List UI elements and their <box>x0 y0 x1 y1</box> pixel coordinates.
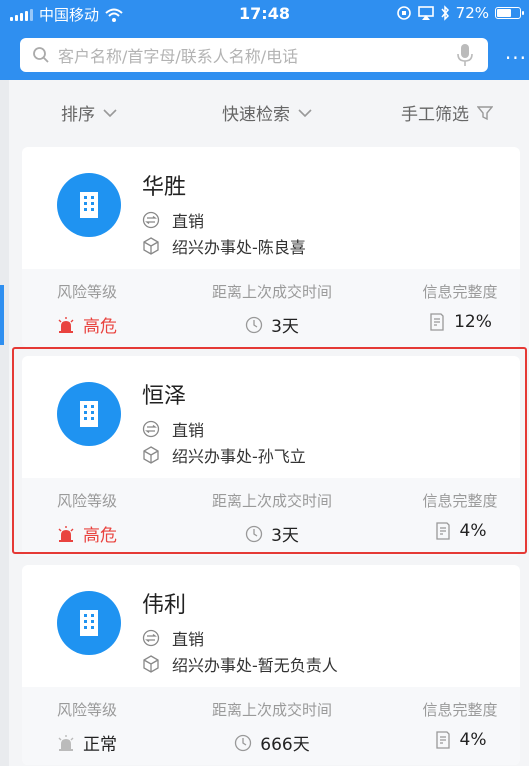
bluetooth-icon <box>441 5 449 21</box>
last-deal-value: 3天 <box>187 312 357 337</box>
completeness-value: 4% <box>400 730 520 750</box>
chevron-down-icon <box>298 108 312 117</box>
completeness-text: 12% <box>454 312 492 332</box>
last-deal-value: 666天 <box>187 730 357 755</box>
filter-sort[interactable]: 排序 <box>61 100 117 125</box>
status-bar: 中国移动 17:48 72% <box>0 0 529 28</box>
exchange-icon <box>142 629 160 647</box>
last-deal-text: 666天 <box>260 735 310 755</box>
completeness-text: 4% <box>459 730 487 750</box>
last-deal-column: 距离上次成交时间 666天 <box>187 699 357 755</box>
customer-card[interactable]: 伟利 直销 绍兴办事处-暂无负责人 风险等级 正常 距离上次成交时间 666天 … <box>22 565 520 765</box>
risk-text: 高危 <box>83 317 117 337</box>
search-placeholder: 客户名称/首字母/联系人名称/电话 <box>58 47 299 66</box>
channel-row: 直销 <box>142 626 204 650</box>
completeness-column: 信息完整度 4% <box>400 699 520 750</box>
battery-icon <box>495 7 524 19</box>
exchange-icon <box>142 211 160 229</box>
last-deal-text: 3天 <box>271 317 299 337</box>
document-icon <box>435 731 450 749</box>
customer-card-stats: 风险等级 正常 距离上次成交时间 666天 信息完整度 4% <box>22 687 520 765</box>
status-right: 72% <box>396 4 524 22</box>
customer-card-stats: 风险等级 高危 距离上次成交时间 3天 信息完整度 12% <box>22 269 520 347</box>
battery-percent: 72% <box>455 4 489 22</box>
office-row: 绍兴办事处-陈良喜 <box>142 234 306 258</box>
completeness-column: 信息完整度 12% <box>400 281 520 332</box>
last-deal-label: 距离上次成交时间 <box>211 283 332 301</box>
filter-quick-search[interactable]: 快速检索 <box>222 100 312 125</box>
filter-bar: 排序 快速检索 手工筛选 <box>9 80 529 142</box>
filter-sort-label: 排序 <box>61 105 95 125</box>
rotation-lock-icon <box>396 6 411 20</box>
customer-name: 华胜 <box>142 175 187 200</box>
risk-label: 风险等级 <box>56 701 117 719</box>
channel-label: 直销 <box>172 212 205 231</box>
risk-text: 正常 <box>83 735 117 755</box>
risk-column: 风险等级 高危 <box>22 281 152 337</box>
funnel-icon <box>477 105 493 120</box>
office-row: 绍兴办事处-暂无负责人 <box>142 652 338 676</box>
chevron-down-icon <box>103 108 117 117</box>
customer-name: 伟利 <box>142 593 187 618</box>
risk-value: 正常 <box>22 730 152 755</box>
office-label: 绍兴办事处-暂无负责人 <box>172 656 338 675</box>
risk-label: 风险等级 <box>56 283 117 301</box>
last-deal-column: 距离上次成交时间 3天 <box>187 281 357 337</box>
completeness-value: 12% <box>400 312 520 332</box>
clock-icon <box>235 734 252 751</box>
building-avatar-icon <box>57 173 121 237</box>
risk-column: 风险等级 正常 <box>22 699 152 755</box>
completeness-label: 信息完整度 <box>422 701 498 719</box>
box-icon <box>143 655 159 673</box>
document-icon <box>430 313 444 331</box>
office-label: 绍兴办事处-陈良喜 <box>172 238 306 257</box>
airplay-icon <box>417 6 434 20</box>
microphone-icon[interactable] <box>456 43 474 67</box>
clock-icon <box>245 316 263 333</box>
channel-row: 直销 <box>142 208 204 232</box>
side-index-marker <box>0 285 4 345</box>
last-deal-label: 距离上次成交时间 <box>211 701 332 719</box>
search-icon <box>33 47 49 63</box>
building-avatar-icon <box>57 591 121 655</box>
filter-quick-search-label: 快速检索 <box>222 105 290 125</box>
box-icon <box>143 237 159 255</box>
completeness-label: 信息完整度 <box>422 283 498 301</box>
battery-fill <box>497 9 511 17</box>
more-menu-icon[interactable]: ··· <box>505 46 527 70</box>
alarm-icon <box>58 316 74 333</box>
filter-manual-label: 手工筛选 <box>401 105 469 125</box>
filter-manual[interactable]: 手工筛选 <box>401 100 493 125</box>
customer-card-header: 华胜 直销 绍兴办事处-陈良喜 <box>22 147 520 269</box>
customer-card[interactable]: 华胜 直销 绍兴办事处-陈良喜 风险等级 高危 距离上次成交时间 3天 信息完整… <box>22 147 520 347</box>
search-input[interactable]: 客户名称/首字母/联系人名称/电话 <box>20 38 488 72</box>
alarm-icon <box>58 734 74 751</box>
customer-card-header: 伟利 直销 绍兴办事处-暂无负责人 <box>22 565 520 687</box>
header-bar: 客户名称/首字母/联系人名称/电话 ··· <box>0 28 529 80</box>
channel-label: 直销 <box>172 630 205 649</box>
risk-value: 高危 <box>22 312 152 337</box>
side-index-bar[interactable] <box>0 80 9 766</box>
selection-highlight <box>12 347 527 554</box>
